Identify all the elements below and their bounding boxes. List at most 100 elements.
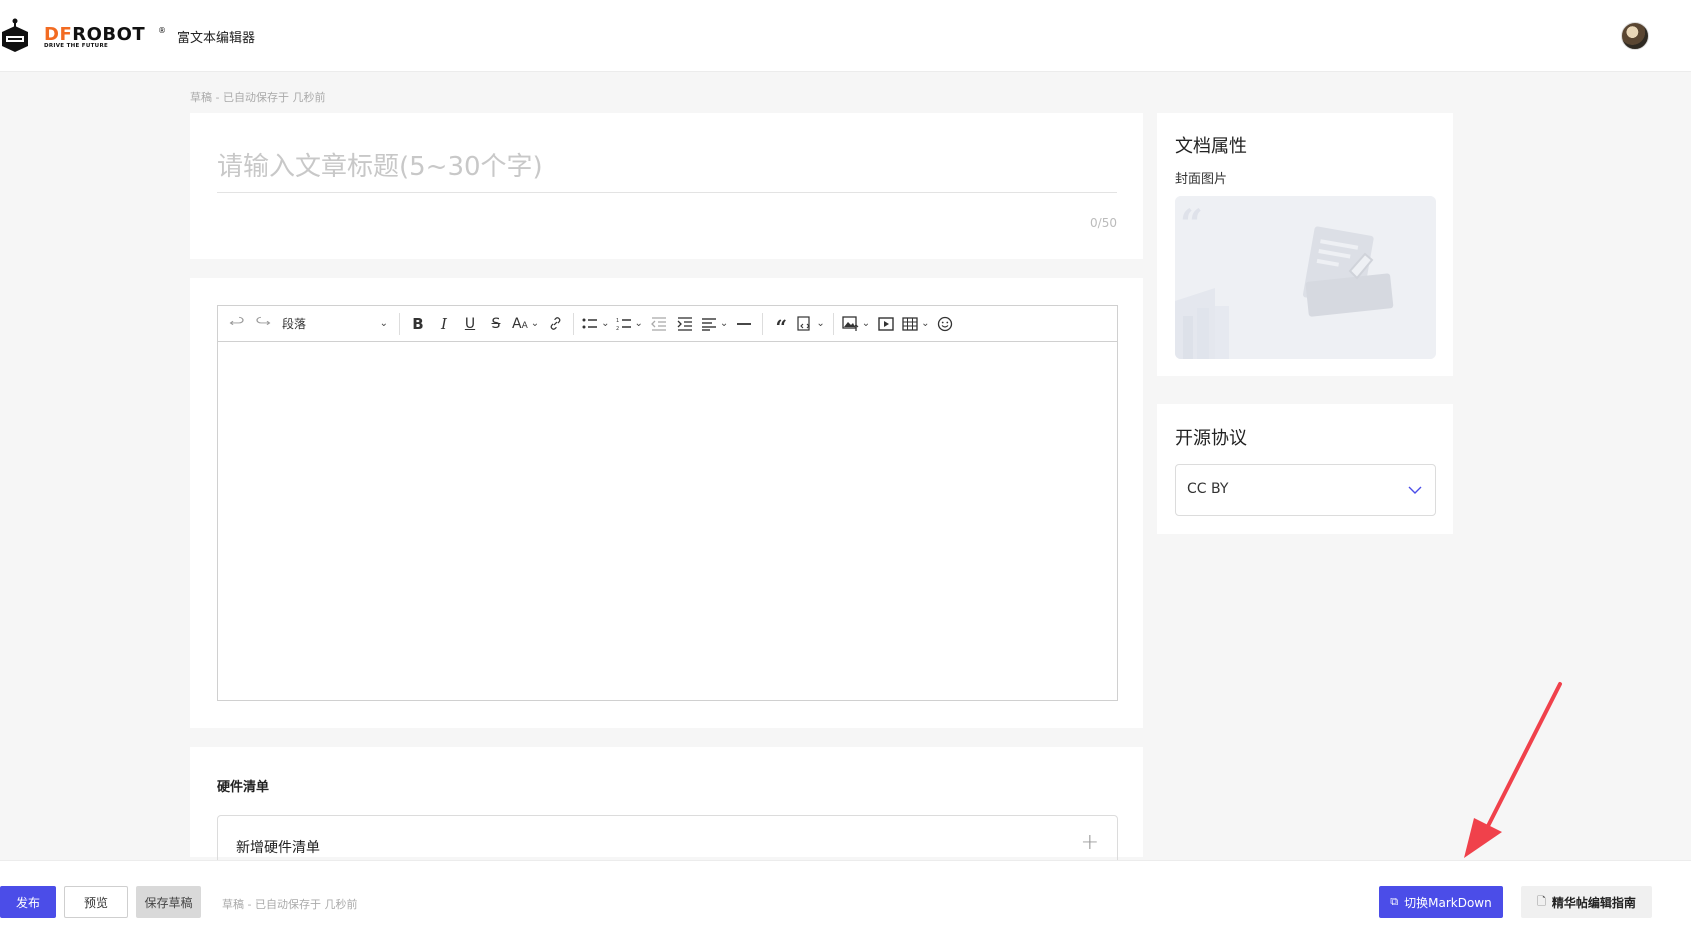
publish-button[interactable]: 发布 [0, 886, 56, 918]
horizontal-rule-button[interactable] [731, 311, 757, 337]
strikethrough-icon: S [491, 315, 501, 332]
redo-button[interactable] [250, 311, 276, 337]
outdent-icon [651, 316, 666, 331]
user-avatar[interactable] [1621, 22, 1649, 50]
link-button[interactable] [542, 311, 568, 337]
bullet-list-button[interactable]: ⌄ [579, 311, 612, 337]
image-icon [842, 315, 859, 331]
cover-image-label: 封面图片 [1175, 172, 1228, 187]
brand-df: DF [44, 24, 73, 45]
video-icon [878, 316, 894, 331]
chevron-down-icon: ⌄ [379, 318, 388, 329]
bold-icon: B [412, 314, 424, 333]
draft-status-bottom: 草稿 - 已自动保存于 几秒前 [222, 898, 358, 911]
document-properties-title: 文档属性 [1175, 136, 1247, 157]
chevron-down-icon [1408, 486, 1422, 494]
plus-icon: + [1080, 830, 1099, 855]
draft-status-top: 草稿 - 已自动保存于 几秒前 [190, 91, 326, 104]
bold-button[interactable]: B [405, 311, 431, 337]
svg-text:2: 2 [616, 326, 619, 331]
chevron-down-icon: ⌄ [816, 318, 825, 329]
brand-tagline: DRIVE THE FUTURE [44, 43, 109, 49]
redo-icon [256, 316, 271, 325]
insert-table-button[interactable]: ⌄ [899, 311, 932, 337]
robot-logo-icon [2, 18, 28, 52]
code-block-button[interactable]: ⌄ [794, 311, 827, 337]
license-selected-value: CC BY [1187, 481, 1229, 497]
toolbar-divider [399, 312, 400, 335]
horizontal-rule-icon [737, 322, 752, 325]
editor-card: 段落 ⌄ B I U S AA ⌄ ⌄ 12 ⌄ ⌄ “ ⌄ ⌄ ⌄ [190, 278, 1143, 728]
editing-guide-button[interactable]: 🗋 精华帖编辑指南 [1521, 886, 1652, 918]
cover-placeholder-icon: “ [1175, 196, 1436, 359]
app-title: 富文本编辑器 [177, 31, 256, 46]
add-hardware-list-label: 新增硬件清单 [236, 840, 320, 856]
emoji-icon [938, 316, 953, 331]
quote-icon: “ [775, 314, 788, 339]
indent-icon [677, 316, 692, 331]
chevron-down-icon: ⌄ [634, 318, 643, 329]
preview-button[interactable]: 预览 [64, 886, 128, 918]
chevron-down-icon: ⌄ [601, 318, 610, 329]
title-card: 0/50 [190, 113, 1143, 259]
strikethrough-button[interactable]: S [483, 311, 509, 337]
license-title: 开源协议 [1175, 428, 1247, 449]
document-icon: 🗋 [1537, 894, 1546, 908]
title-char-counter: 0/50 [1090, 216, 1117, 230]
bullet-list-icon [582, 318, 598, 328]
document-properties-card: 文档属性 封面图片 “ [1157, 113, 1453, 376]
italic-icon: I [441, 314, 447, 333]
underline-icon: U [464, 315, 476, 332]
chevron-down-icon: ⌄ [719, 318, 729, 329]
bottom-action-bar: 发布 预览 保存草稿 草稿 - 已自动保存于 几秒前 ⧉ 切换MarkDown … [0, 860, 1691, 928]
numbered-list-button[interactable]: 12 ⌄ [613, 311, 646, 337]
chevron-down-icon: ⌄ [530, 318, 540, 329]
undo-icon [229, 316, 244, 325]
switch-markdown-label: 切换MarkDown [1404, 895, 1492, 910]
chevron-down-icon: ⌄ [921, 318, 930, 329]
link-icon [550, 317, 560, 330]
hardware-list-title: 硬件清单 [217, 780, 270, 795]
license-select[interactable]: CC BY [1175, 464, 1436, 516]
insert-video-button[interactable] [873, 311, 899, 337]
underline-button[interactable]: U [457, 311, 483, 337]
hardware-list-card: 硬件清单 新增硬件清单 + [190, 747, 1143, 875]
font-size-button[interactable]: AA ⌄ [509, 311, 542, 337]
code-block-icon [797, 315, 811, 331]
brand-wordmark[interactable]: DFROBOT [44, 24, 145, 45]
svg-text:“: “ [1180, 201, 1203, 248]
align-left-icon [701, 317, 716, 331]
toolbar-divider [762, 312, 764, 335]
emoji-button[interactable] [932, 311, 958, 337]
chevron-down-icon: ⌄ [861, 318, 871, 329]
insert-image-button[interactable]: ⌄ [839, 311, 873, 337]
paragraph-style-select[interactable]: 段落 ⌄ [276, 311, 394, 337]
switch-markdown-button[interactable]: ⧉ 切换MarkDown [1379, 886, 1503, 918]
undo-button[interactable] [224, 311, 250, 337]
annotation-arrow-icon [1464, 682, 1562, 858]
numbered-list-icon: 12 [616, 318, 631, 331]
toolbar-divider [832, 312, 834, 335]
editor-toolbar: 段落 ⌄ B I U S AA ⌄ ⌄ 12 ⌄ ⌄ “ ⌄ ⌄ ⌄ [218, 306, 1117, 342]
rich-text-editor: 段落 ⌄ B I U S AA ⌄ ⌄ 12 ⌄ ⌄ “ ⌄ ⌄ ⌄ [217, 305, 1118, 701]
align-button[interactable]: ⌄ [698, 311, 731, 337]
brand-robot: ROBOT [72, 24, 146, 45]
cover-image-upload[interactable]: “ [1175, 196, 1436, 359]
italic-button[interactable]: I [431, 311, 457, 337]
license-card: 开源协议 CC BY [1157, 404, 1453, 534]
brand-registered-mark: ® [158, 26, 166, 35]
outdent-button[interactable] [646, 311, 672, 337]
table-icon [902, 316, 918, 331]
article-title-input[interactable] [217, 141, 1117, 193]
indent-button[interactable] [672, 311, 698, 337]
editing-guide-label: 精华帖编辑指南 [1551, 895, 1636, 910]
font-size-icon: AA [512, 315, 528, 332]
svg-text:1: 1 [616, 318, 619, 324]
toolbar-divider [573, 312, 575, 335]
switch-icon: ⧉ [1390, 895, 1399, 908]
blockquote-button[interactable]: “ [768, 311, 794, 337]
top-header: DFROBOT ® DRIVE THE FUTURE 富文本编辑器 [0, 0, 1691, 72]
paragraph-style-label: 段落 [282, 317, 307, 331]
save-draft-button[interactable]: 保存草稿 [136, 886, 201, 918]
editor-content-area[interactable] [218, 342, 1117, 700]
